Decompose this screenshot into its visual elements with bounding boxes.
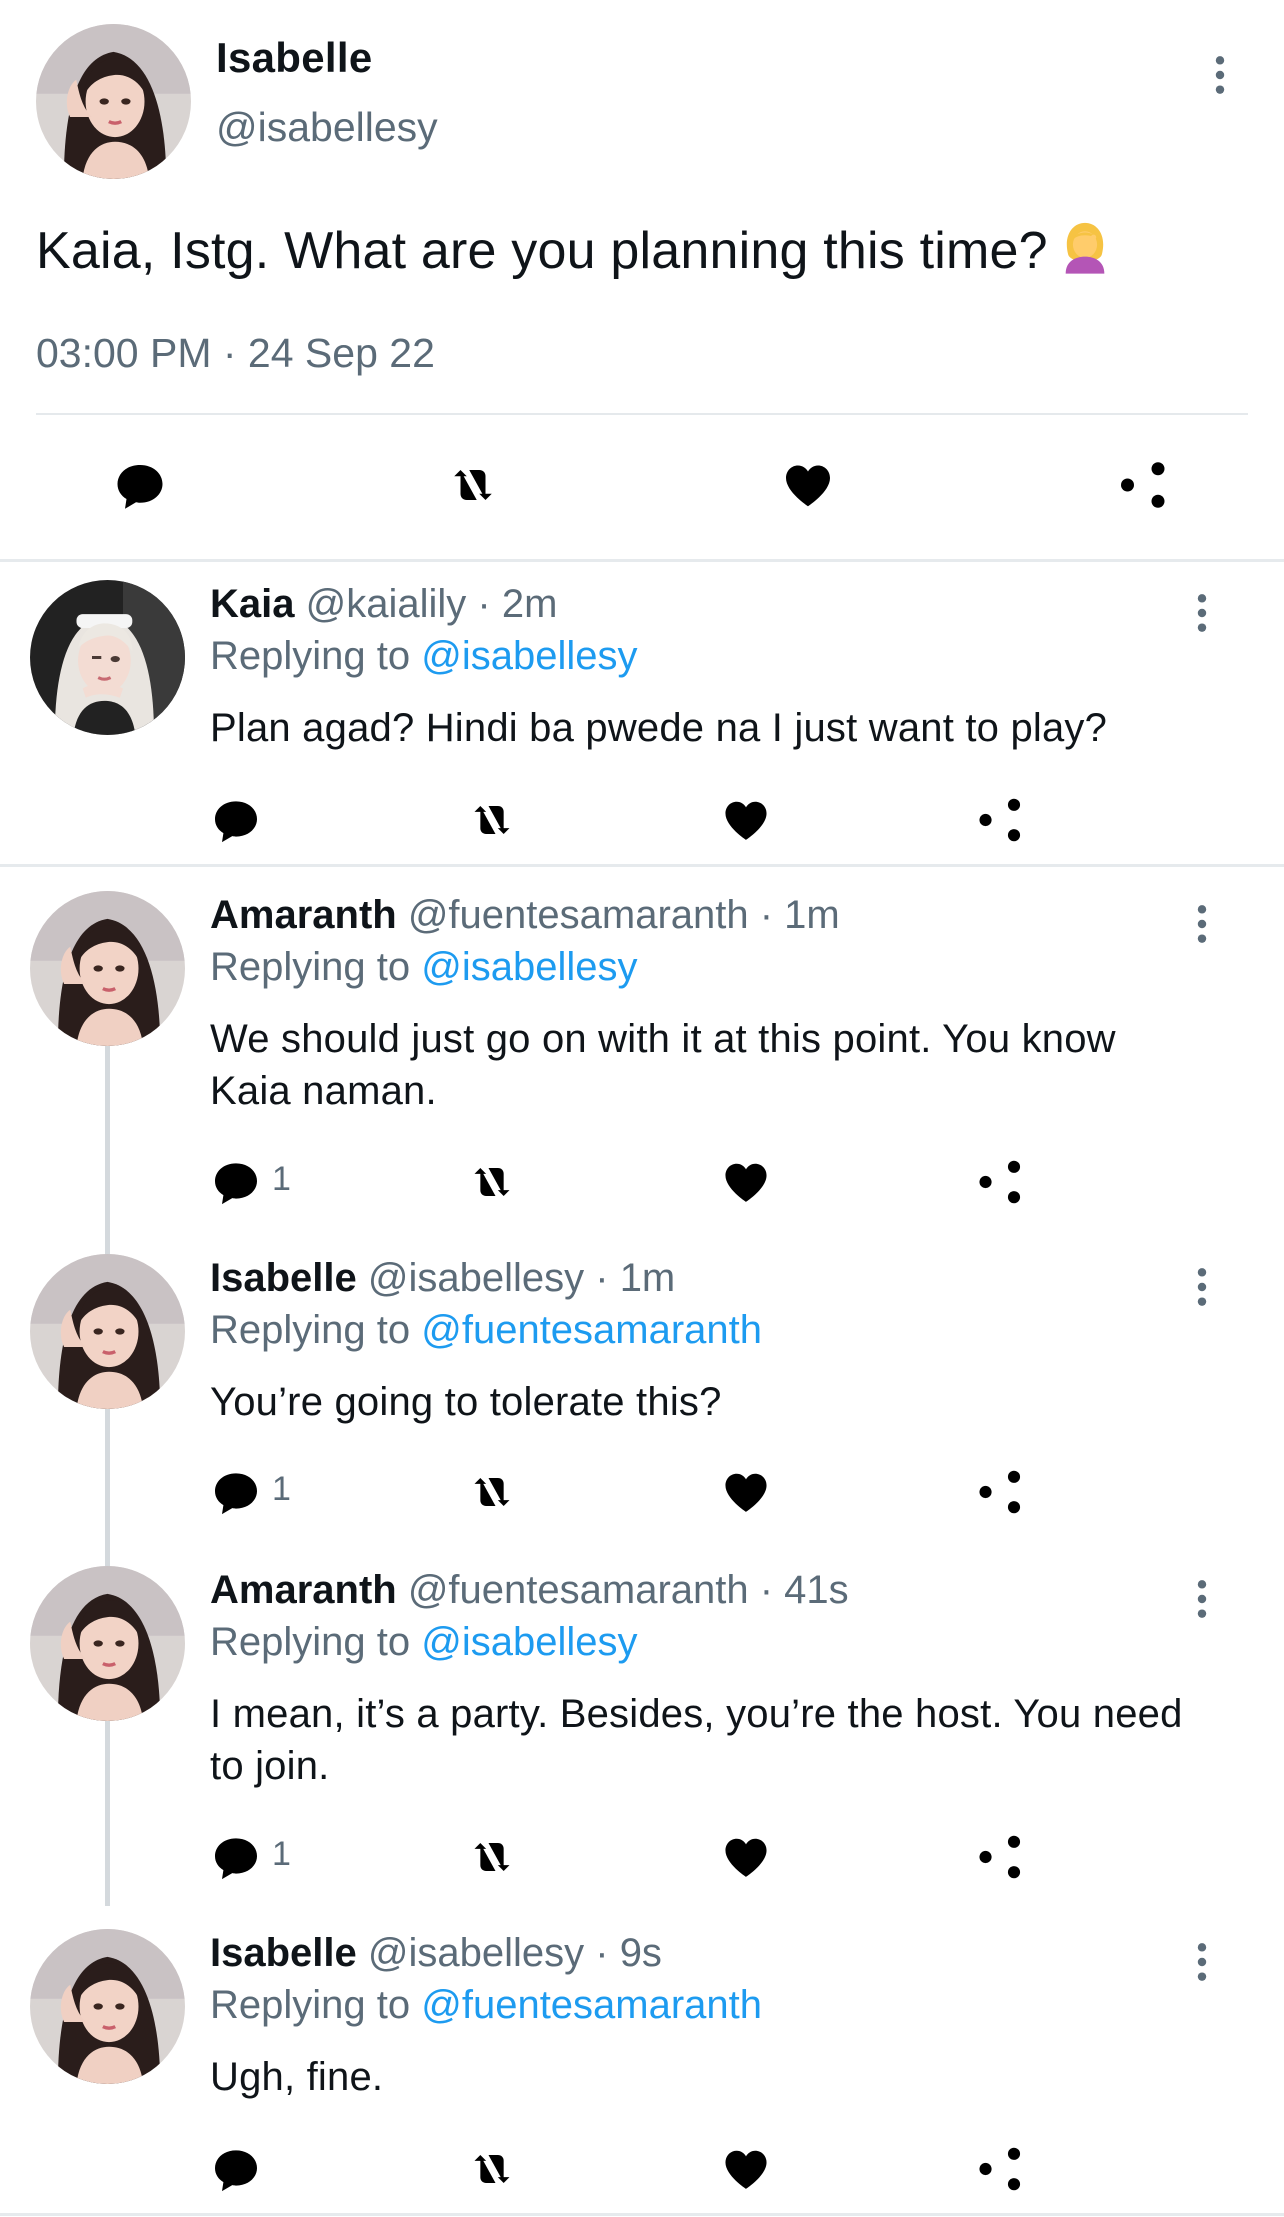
reply-tweet[interactable]: Amaranth @fuentesamaranth · 41s Replying… <box>0 1566 1284 1896</box>
like-icon[interactable] <box>718 1154 774 1210</box>
reply-icon[interactable] <box>208 2141 264 2197</box>
retweet-icon[interactable] <box>464 1154 520 1210</box>
like-icon[interactable] <box>718 1464 774 1520</box>
author-name[interactable]: Isabelle <box>210 1931 357 1975</box>
reply-header: Isabelle @isabellesy · 1m <box>210 1256 675 1301</box>
reply-header: Amaranth @fuentesamaranth · 1m <box>210 893 840 938</box>
avatar[interactable] <box>30 891 185 1046</box>
avatar[interactable] <box>30 1929 185 2084</box>
replying-prefix: Replying to <box>210 634 422 678</box>
replying-to-link[interactable]: @isabellesy <box>421 634 637 678</box>
divider <box>36 413 1248 415</box>
avatar[interactable] <box>36 24 191 179</box>
replying-to-link[interactable]: @fuentesamaranth <box>421 1983 762 2027</box>
reply-text: We should just go on with it at this poi… <box>210 1017 1116 1113</box>
replying-to: Replying to @fuentesamaranth <box>210 1983 762 2028</box>
reply-tweet[interactable]: Isabelle @isabellesy · 9s Replying to @f… <box>0 1929 1284 2199</box>
reply-count: 1 <box>272 1835 291 1873</box>
author-meta: @isabellesy · 9s <box>367 1931 662 1975</box>
share-icon[interactable] <box>972 792 1028 848</box>
avatar[interactable] <box>30 1566 185 1721</box>
author-name[interactable]: Isabelle <box>216 34 373 82</box>
more-options-icon[interactable] <box>1180 1937 1224 1987</box>
tweet-timestamp: 03:00 PM · 24 Sep 22 <box>36 330 435 376</box>
reply-icon[interactable] <box>208 1464 264 1520</box>
reply-count: 1 <box>272 1470 291 1508</box>
avatar[interactable] <box>30 580 185 735</box>
reply-tweet[interactable]: Kaia @kaialily · 2m Replying to @isabell… <box>0 580 1284 860</box>
author-meta: @fuentesamaranth · 41s <box>407 1568 849 1612</box>
share-icon[interactable] <box>972 1154 1028 1210</box>
more-options-icon[interactable] <box>1180 588 1224 638</box>
retweet-icon[interactable] <box>464 1829 520 1885</box>
author-name[interactable]: Amaranth <box>210 893 397 937</box>
woman-facepalming-emoji-icon <box>1056 218 1114 276</box>
replying-prefix: Replying to <box>210 945 422 989</box>
author-name[interactable]: Amaranth <box>210 1568 397 1612</box>
tweet-text: Kaia, Istg. What are you planning this t… <box>36 218 1114 281</box>
author-handle[interactable]: @isabellesy <box>216 104 438 151</box>
reply-header: Amaranth @fuentesamaranth · 41s <box>210 1568 849 1613</box>
more-options-icon[interactable] <box>1198 50 1242 100</box>
replying-to-link[interactable]: @fuentesamaranth <box>421 1308 762 1352</box>
like-icon[interactable] <box>778 455 838 515</box>
share-icon[interactable] <box>972 1464 1028 1520</box>
reply-text: Ugh, fine. <box>210 2055 384 2099</box>
reply-icon[interactable] <box>208 1829 264 1885</box>
replying-to: Replying to @isabellesy <box>210 1620 637 1665</box>
retweet-icon[interactable] <box>443 455 503 515</box>
author-name[interactable]: Kaia <box>210 582 295 626</box>
author-meta: @fuentesamaranth · 1m <box>407 893 840 937</box>
author-meta: @kaialily · 2m <box>305 582 558 626</box>
divider <box>0 559 1284 562</box>
retweet-icon[interactable] <box>464 792 520 848</box>
retweet-icon[interactable] <box>464 2141 520 2197</box>
replying-prefix: Replying to <box>210 1983 422 2027</box>
reply-tweet[interactable]: Amaranth @fuentesamaranth · 1m Replying … <box>0 891 1284 1221</box>
more-options-icon[interactable] <box>1180 899 1224 949</box>
reply-text: Plan agad? Hindi ba pwede na I just want… <box>210 706 1108 750</box>
more-options-icon[interactable] <box>1180 1262 1224 1312</box>
avatar[interactable] <box>30 1254 185 1409</box>
reply-count: 1 <box>272 1160 291 1198</box>
replying-to: Replying to @fuentesamaranth <box>210 1308 762 1353</box>
reply-header: Kaia @kaialily · 2m <box>210 582 557 627</box>
share-icon[interactable] <box>972 2141 1028 2197</box>
reply-tweet[interactable]: Isabelle @isabellesy · 1m Replying to @f… <box>0 1254 1284 1524</box>
replying-to: Replying to @isabellesy <box>210 945 637 990</box>
like-icon[interactable] <box>718 792 774 848</box>
share-icon[interactable] <box>972 1829 1028 1885</box>
main-tweet: Isabelle @isabellesy Kaia, Istg. What ar… <box>0 0 1284 560</box>
reply-header: Isabelle @isabellesy · 9s <box>210 1931 662 1976</box>
share-icon[interactable] <box>1113 455 1173 515</box>
reply-text: I mean, it’s a party. Besides, you’re th… <box>210 1692 1183 1788</box>
replying-to-link[interactable]: @isabellesy <box>421 1620 637 1664</box>
replying-prefix: Replying to <box>210 1620 422 1664</box>
author-meta: @isabellesy · 1m <box>367 1256 676 1300</box>
reply-icon[interactable] <box>208 792 264 848</box>
replying-to-link[interactable]: @isabellesy <box>421 945 637 989</box>
reply-icon[interactable] <box>208 1154 264 1210</box>
like-icon[interactable] <box>718 1829 774 1885</box>
author-name[interactable]: Isabelle <box>210 1256 357 1300</box>
replying-to: Replying to @isabellesy <box>210 634 637 679</box>
more-options-icon[interactable] <box>1180 1574 1224 1624</box>
divider <box>0 864 1284 867</box>
tweet-text-content: Kaia, Istg. What are you planning this t… <box>36 222 1048 280</box>
replying-prefix: Replying to <box>210 1308 422 1352</box>
reply-text: You’re going to tolerate this? <box>210 1380 722 1424</box>
like-icon[interactable] <box>718 2141 774 2197</box>
retweet-icon[interactable] <box>464 1464 520 1520</box>
divider <box>0 2213 1284 2216</box>
reply-icon[interactable] <box>110 455 170 515</box>
